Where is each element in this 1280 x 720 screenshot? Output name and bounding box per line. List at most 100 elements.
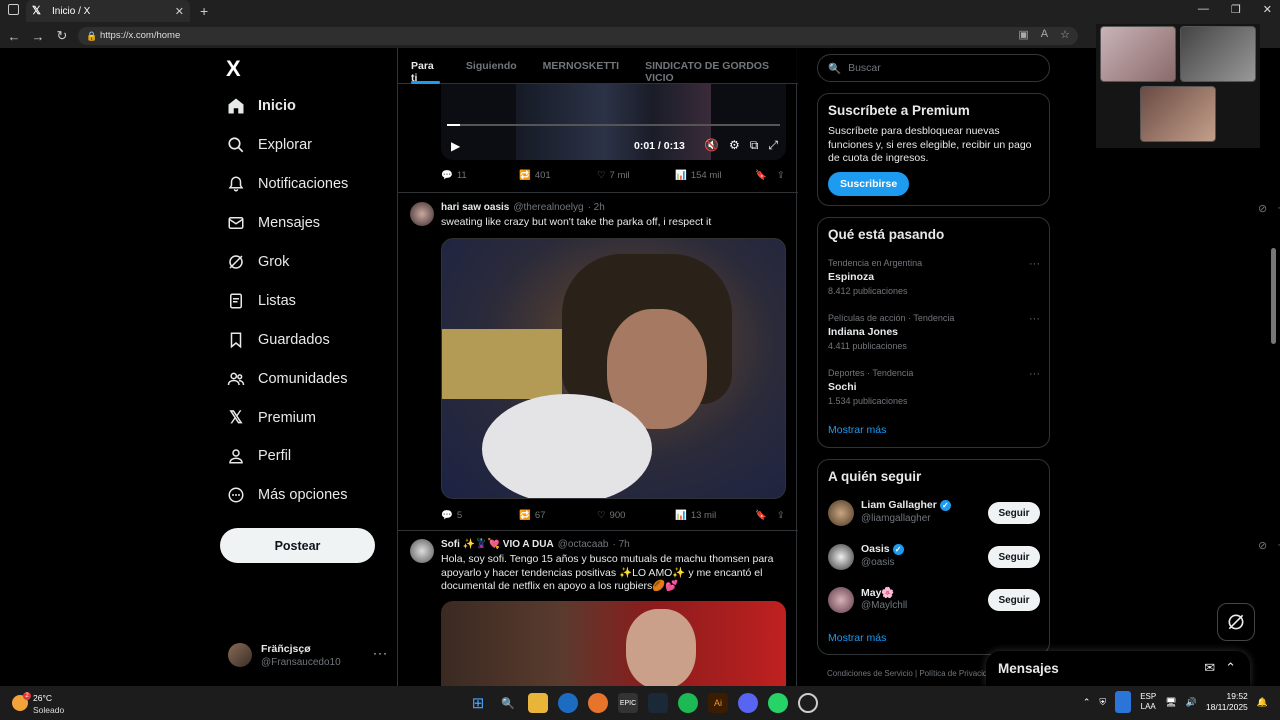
tab-mernosketti[interactable]: MERNOSKETTI: [543, 48, 619, 83]
views-button[interactable]: 📊 13 mil: [675, 510, 755, 521]
nav-item-mas-opciones[interactable]: Más opciones: [226, 485, 347, 505]
scrollbar[interactable]: [1271, 248, 1276, 344]
nav-item-premium[interactable]: 𝕏 Premium: [226, 408, 316, 428]
refresh-icon[interactable]: ↻: [50, 28, 74, 44]
forward-icon[interactable]: →: [26, 29, 50, 44]
tweet-video[interactable]: [441, 238, 786, 499]
fullscreen-icon[interactable]: ⤢: [768, 138, 778, 153]
follow-button[interactable]: Seguir: [988, 546, 1040, 568]
back-icon[interactable]: ←: [2, 29, 26, 44]
language-indicator[interactable]: ESP LAA: [1140, 692, 1156, 712]
footer-links[interactable]: Condiciones de Servicio | Política de Pr…: [827, 669, 996, 678]
grok-button[interactable]: [1217, 603, 1255, 641]
obs-icon[interactable]: [798, 693, 818, 713]
tab-para-ti[interactable]: Para ti: [411, 48, 440, 84]
steam-icon[interactable]: [648, 693, 668, 713]
nav-item-guardados[interactable]: Guardados: [226, 330, 330, 350]
nav-item-inicio[interactable]: Inicio: [226, 96, 296, 116]
tweet-author[interactable]: hari saw oasis: [441, 202, 509, 213]
show-more-follow-link[interactable]: Mostrar más: [828, 632, 886, 644]
follow-suggestion[interactable]: Oasis ✓ @oasis Seguir: [828, 542, 1040, 574]
like-button[interactable]: ♡ 7 mil: [597, 170, 675, 181]
more-dots-icon[interactable]: ···: [373, 646, 388, 660]
trend-item[interactable]: Tendencia en Argentina Espinoza 8.412 pu…: [828, 258, 1040, 296]
follow-button[interactable]: Seguir: [988, 589, 1040, 611]
illustrator-icon[interactable]: Ai: [708, 693, 728, 713]
microphone-icon[interactable]: [1115, 691, 1132, 713]
discord-icon[interactable]: [738, 693, 758, 713]
tweet-image[interactable]: [441, 601, 786, 686]
nav-item-grok[interactable]: Grok: [226, 252, 289, 272]
nav-item-explorar[interactable]: Explorar: [226, 135, 312, 155]
repost-button[interactable]: 🔁 67: [519, 510, 597, 521]
like-button[interactable]: ♡ 900: [597, 510, 675, 521]
whatsapp-icon[interactable]: [768, 693, 788, 713]
follow-suggestion[interactable]: May🌸 @Maylchll Seguir: [828, 585, 1040, 617]
notification-bell-icon[interactable]: 🔔: [1257, 697, 1268, 708]
read-aloud-icon[interactable]: A: [1041, 28, 1048, 41]
share-icon[interactable]: ⇪: [777, 510, 785, 521]
new-message-icon[interactable]: ✉: [1204, 660, 1215, 676]
tab-actions-icon[interactable]: [8, 4, 19, 15]
tweet-author[interactable]: Sofi ✨🦹🏻‍♀️💘 VIO A DUA: [441, 539, 554, 550]
bookmark-button[interactable]: 🔖: [755, 170, 767, 181]
more-dots-icon[interactable]: ···: [1029, 313, 1040, 325]
follow-button[interactable]: Seguir: [988, 502, 1040, 524]
subscribe-button[interactable]: Suscribirse: [828, 172, 910, 196]
spotify-icon[interactable]: [678, 693, 698, 713]
grok-explain-icon[interactable]: ⊘: [1258, 202, 1267, 215]
volume-icon[interactable]: 🔊: [1186, 697, 1197, 708]
more-dots-icon[interactable]: ···: [1029, 368, 1040, 380]
reply-button[interactable]: 💬 11: [441, 170, 519, 181]
show-more-trends-link[interactable]: Mostrar más: [828, 424, 886, 436]
follow-suggestion[interactable]: Liam Gallagher ✓ @liamgallagher Seguir: [828, 498, 1040, 530]
views-button[interactable]: 📊 154 mil: [675, 170, 755, 181]
search-input[interactable]: 🔍 Buscar: [817, 54, 1050, 82]
trend-item[interactable]: Películas de acción · Tendencia Indiana …: [828, 313, 1040, 351]
new-tab-button[interactable]: +: [200, 3, 208, 19]
avatar[interactable]: [410, 539, 434, 563]
file-explorer-icon[interactable]: [528, 693, 548, 713]
tab-sindicato[interactable]: SINDICATO DE GORDOS VICIO: [645, 48, 785, 84]
mute-icon[interactable]: 🔇: [704, 138, 719, 153]
clock[interactable]: 19:52 18/11/2025: [1206, 691, 1248, 713]
avatar[interactable]: [410, 202, 434, 226]
maximize-icon[interactable]: ❐: [1231, 3, 1241, 16]
repost-button[interactable]: 🔁 401: [519, 170, 597, 181]
video-player[interactable]: ▶ 0:01 / 0:13 🔇 ⚙ ⧉ ⤢: [441, 84, 786, 160]
firefox-icon[interactable]: [588, 693, 608, 713]
reply-button[interactable]: 💬 5: [441, 510, 519, 521]
x-logo[interactable]: X: [226, 56, 241, 82]
start-icon[interactable]: ⊞: [468, 693, 488, 713]
nav-item-mensajes[interactable]: Mensajes: [226, 213, 320, 233]
close-tab-icon[interactable]: ✕: [175, 5, 184, 18]
browser-tab[interactable]: 𝕏 Inicio / X ✕: [26, 0, 190, 22]
tweet-time[interactable]: · 7h: [612, 539, 629, 550]
search-icon[interactable]: 🔍: [498, 693, 518, 713]
messages-drawer[interactable]: Mensajes ✉ ⌃: [986, 651, 1250, 686]
bookmark-button[interactable]: 🔖: [755, 510, 767, 521]
account-switcher[interactable]: Fräñcjsçø @Fransaucedo10 ···: [228, 640, 388, 672]
favorite-star-icon[interactable]: ☆: [1060, 28, 1070, 41]
nav-item-listas[interactable]: Listas: [226, 291, 296, 311]
tweet-time[interactable]: · 2h: [588, 202, 605, 213]
network-icon[interactable]: 🖥: [1165, 697, 1176, 708]
trend-item[interactable]: Deportes · Tendencia Sochi 1.534 publica…: [828, 368, 1040, 406]
play-icon[interactable]: ▶: [451, 139, 460, 153]
settings-gear-icon[interactable]: ⚙: [729, 138, 740, 153]
tweet-handle[interactable]: @therealnoelyg: [513, 202, 583, 213]
address-bar[interactable]: 🔒 https://x.com/home: [78, 27, 1078, 45]
nav-item-perfil[interactable]: Perfil: [226, 446, 291, 466]
expand-icon[interactable]: ⌃: [1225, 660, 1236, 676]
tweet-handle[interactable]: @octacaab: [558, 539, 609, 550]
split-screen-icon[interactable]: ▣: [1018, 28, 1028, 41]
video-progress-bar[interactable]: [447, 124, 780, 126]
minimize-icon[interactable]: —: [1198, 3, 1209, 16]
edge-icon[interactable]: [558, 693, 578, 713]
more-dots-icon[interactable]: ···: [1029, 258, 1040, 270]
close-window-icon[interactable]: ✕: [1263, 3, 1272, 16]
chevron-up-icon[interactable]: ⌃: [1083, 697, 1091, 708]
epic-games-icon[interactable]: EPIC: [618, 693, 638, 713]
share-icon[interactable]: ⇪: [777, 170, 785, 181]
security-icon[interactable]: ⛨: [1099, 697, 1106, 708]
